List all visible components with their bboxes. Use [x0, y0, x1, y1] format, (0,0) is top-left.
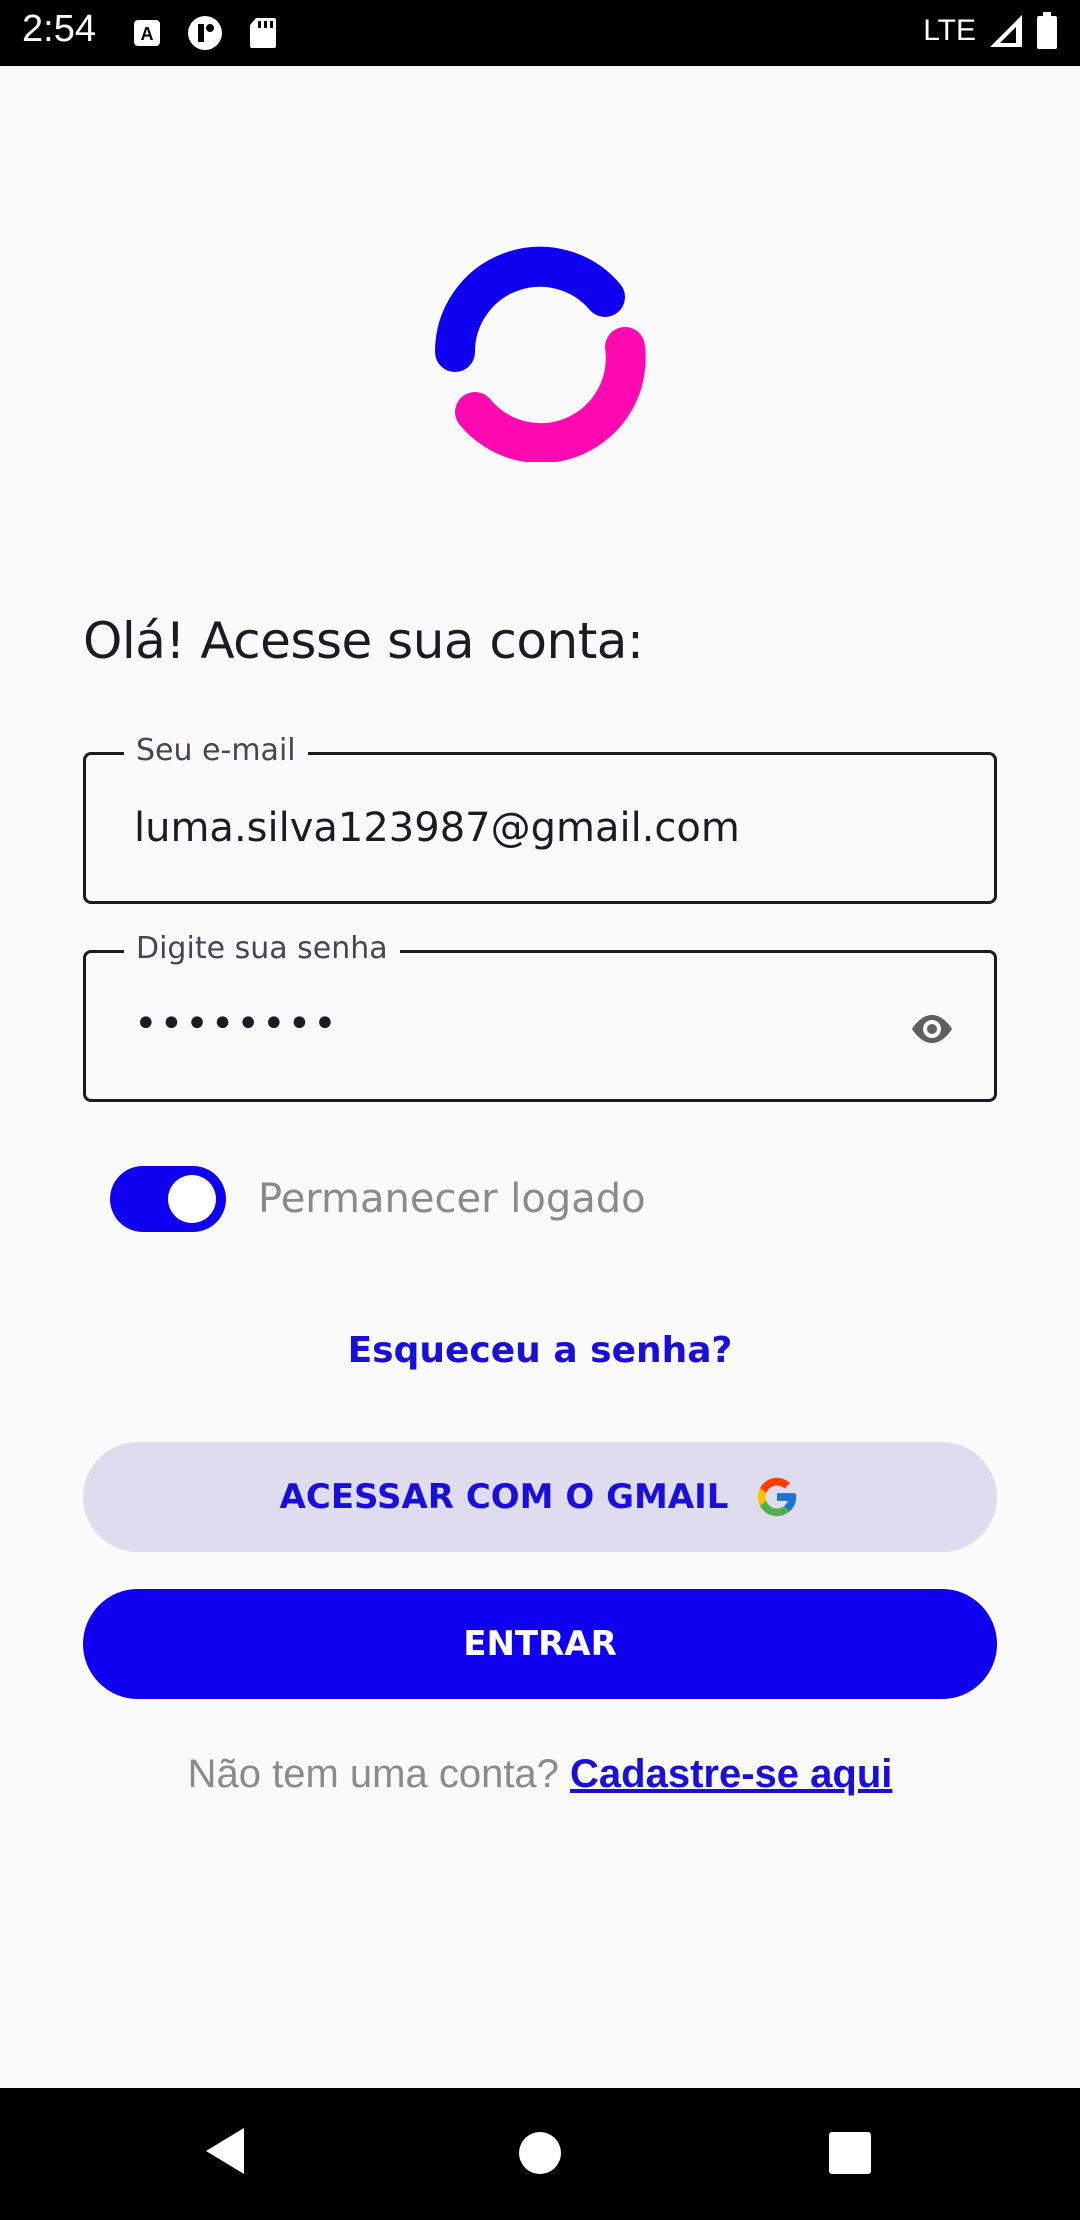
navigation-bar: [0, 2088, 1080, 2220]
status-bar: 2:54 A LTE: [0, 0, 1080, 66]
email-field-label: Seu e-mail: [124, 733, 308, 768]
back-icon[interactable]: [204, 2126, 248, 2176]
status-icons-right: LTE: [923, 12, 1058, 50]
signup-link[interactable]: Cadastre-se aqui: [570, 1752, 892, 1796]
email-input[interactable]: luma.silva123987@gmail.com: [134, 805, 740, 851]
email-field[interactable]: Seu e-mail luma.silva123987@gmail.com: [83, 733, 997, 904]
google-icon: [758, 1477, 797, 1517]
enter-label: ENTRAR: [463, 1624, 617, 1664]
signup-prompt: Não tem uma conta?: [187, 1752, 559, 1796]
gmail-login-label: ACESSAR COM O GMAIL: [279, 1477, 729, 1517]
battery-icon: [1037, 12, 1057, 49]
sd-card-icon: [250, 18, 276, 48]
page-title: Olá! Acesse sua conta:: [83, 612, 644, 670]
forgot-password-link[interactable]: Esqueceu a senha?: [0, 1330, 1080, 1371]
status-icons-left: A: [132, 14, 278, 52]
vpn-icon: [188, 16, 222, 50]
signup-row: Não tem uma conta? Cadastre-se aqui: [0, 1752, 1080, 1797]
password-field[interactable]: Digite sua senha ••••••••: [83, 931, 997, 1102]
toggle-thumb: [168, 1175, 216, 1223]
password-field-label: Digite sua senha: [124, 931, 400, 966]
signal-icon: [990, 15, 1022, 47]
app-logo: [434, 246, 646, 462]
remember-toggle[interactable]: [110, 1166, 226, 1232]
svg-text:A: A: [141, 24, 154, 44]
status-time: 2:54: [22, 8, 96, 50]
recents-icon[interactable]: [828, 2131, 872, 2175]
eye-icon[interactable]: [908, 1005, 956, 1053]
a-icon: A: [134, 20, 160, 46]
password-input[interactable]: ••••••••: [134, 1001, 339, 1047]
home-icon[interactable]: [518, 2131, 562, 2175]
gmail-login-button[interactable]: ACESSAR COM O GMAIL: [83, 1442, 997, 1552]
network-label: LTE: [923, 14, 976, 47]
enter-button[interactable]: ENTRAR: [83, 1589, 997, 1699]
remember-label: Permanecer logado: [258, 1176, 646, 1222]
